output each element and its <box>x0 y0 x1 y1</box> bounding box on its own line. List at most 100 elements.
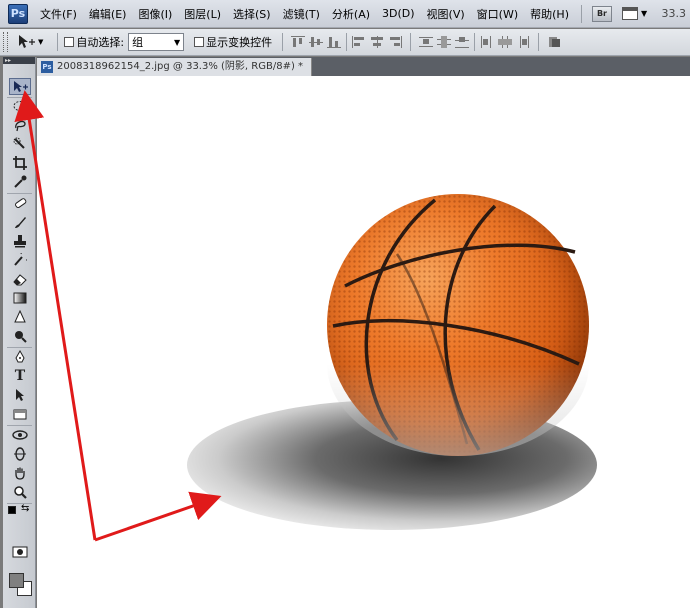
auto-select-label: 自动选择: <box>76 36 125 49</box>
distribute-hcenter-icon[interactable] <box>497 35 513 49</box>
hand-tool[interactable] <box>9 464 31 481</box>
distribute-vcenter-icon[interactable] <box>436 35 452 49</box>
options-divider <box>346 33 348 51</box>
align-left-icon[interactable] <box>351 35 367 49</box>
chevron-down-icon: ▼ <box>173 37 181 47</box>
align-bottom-icon[interactable] <box>326 35 342 49</box>
menu-layer[interactable]: 图层(L) <box>178 6 227 22</box>
brush-icon <box>15 216 26 228</box>
history-brush-tool[interactable] <box>9 251 31 268</box>
blur-tool[interactable] <box>9 308 31 325</box>
quick-mask-tool[interactable] <box>9 543 31 560</box>
distribute-left-icon[interactable] <box>479 35 495 49</box>
tools-panel: ▸▸ T ⇆ <box>3 57 36 608</box>
quick-mask-icon <box>12 546 28 557</box>
path-select-tool[interactable] <box>9 386 31 403</box>
bridge-button[interactable]: Br <box>591 5 612 22</box>
gradient-tool[interactable] <box>9 289 31 306</box>
type-icon: T <box>14 367 26 384</box>
brush-tool[interactable] <box>9 213 31 230</box>
default-colors-icon[interactable] <box>8 506 16 514</box>
gradient-icon <box>13 292 27 303</box>
eyedropper-icon <box>14 175 27 188</box>
options-divider <box>57 33 59 51</box>
menu-select[interactable]: 选择(S) <box>227 6 277 22</box>
menu-help[interactable]: 帮助(H) <box>524 6 575 22</box>
tools-panel-header[interactable]: ▸▸ <box>3 57 35 64</box>
menu-image[interactable]: 图像(I) <box>132 6 178 22</box>
history-brush-icon <box>14 252 27 266</box>
swap-colors-icon[interactable]: ⇆ <box>21 503 29 514</box>
chevron-down-icon: ▼ <box>640 9 648 18</box>
align-top-icon[interactable] <box>290 35 306 49</box>
healing-brush-tool[interactable] <box>9 194 31 211</box>
move-tool[interactable] <box>9 78 31 95</box>
eraser-icon <box>13 273 27 285</box>
dodge-tool[interactable] <box>9 327 31 344</box>
3d-rotate-tool[interactable] <box>9 426 31 443</box>
3d-orbit-tool[interactable] <box>9 445 31 462</box>
options-divider <box>474 33 476 51</box>
auto-align-layers-icon[interactable] <box>546 35 562 49</box>
auto-select-dropdown[interactable]: 组 ▼ <box>128 33 185 51</box>
eyedropper-tool[interactable] <box>9 173 31 190</box>
zoom-icon <box>14 485 27 499</box>
dodge-icon <box>15 330 27 343</box>
shape-icon <box>13 409 27 419</box>
marquee-icon <box>13 100 27 111</box>
checkbox-box[interactable] <box>64 37 75 47</box>
move-tool-icon <box>19 35 35 48</box>
document-ps-icon: Ps <box>41 61 53 73</box>
menu-bar: Ps 文件(F) 编辑(E) 图像(I) 图层(L) 选择(S) 滤镜(T) 分… <box>0 0 690 28</box>
healing-brush-icon <box>15 197 27 208</box>
crop-icon <box>13 155 27 170</box>
show-transform-checkbox[interactable]: 显示变换控件 <box>194 34 272 50</box>
options-divider <box>538 33 540 51</box>
options-bar-grip[interactable] <box>3 32 8 52</box>
foreground-color-swatch[interactable] <box>9 573 24 588</box>
lasso-tool[interactable] <box>9 116 31 133</box>
shape-tool[interactable] <box>9 405 31 422</box>
tool-preset-picker[interactable]: ▼ <box>16 34 43 50</box>
marquee-tool[interactable] <box>9 97 31 114</box>
chevron-down-icon: ▼ <box>38 38 44 46</box>
type-tool[interactable]: T <box>9 367 31 384</box>
distribute-top-icon[interactable] <box>418 35 434 49</box>
document-tab[interactable]: Ps 20083189621​54_2.jpg @ 33.3% (阴影, RGB… <box>37 58 313 76</box>
clone-stamp-tool[interactable] <box>9 232 31 249</box>
menu-filter[interactable]: 滤镜(T) <box>277 6 326 22</box>
zoom-level[interactable]: 33.3 <box>662 7 687 20</box>
move-tool-icon <box>14 80 28 92</box>
menu-view[interactable]: 视图(V) <box>421 6 471 22</box>
menu-file[interactable]: 文件(F) <box>34 6 83 22</box>
screen-mode-button[interactable]: ▼ <box>621 7 648 20</box>
auto-select-checkbox[interactable]: 自动选择: <box>64 34 124 50</box>
document-canvas[interactable] <box>37 76 690 608</box>
crop-tool[interactable] <box>9 154 31 171</box>
show-transform-label: 显示变换控件 <box>206 36 273 49</box>
pen-icon <box>15 349 25 362</box>
align-hcenter-icon[interactable] <box>369 35 385 49</box>
distribute-right-icon[interactable] <box>515 35 531 49</box>
quick-select-tool[interactable] <box>9 135 31 152</box>
3d-rotate-icon <box>12 429 28 440</box>
pen-tool[interactable] <box>9 348 31 365</box>
distribute-bottom-icon[interactable] <box>454 35 470 49</box>
photoshop-logo-icon: Ps <box>8 3 28 24</box>
document-title: 20083189621​54_2.jpg @ 33.3% (阴影, RGB/8#… <box>57 61 304 72</box>
screen-mode-icon <box>621 7 638 20</box>
quick-select-icon <box>13 137 25 149</box>
checkbox-box[interactable] <box>194 37 205 47</box>
eraser-tool[interactable] <box>9 270 31 287</box>
align-vcenter-icon[interactable] <box>308 35 324 49</box>
menu-analysis[interactable]: 分析(A) <box>326 6 376 22</box>
auto-select-value: 组 <box>132 36 144 49</box>
align-right-icon[interactable] <box>387 35 403 49</box>
options-bar: ▼ 自动选择: 组 ▼ 显示变换控件 <box>0 29 690 56</box>
menu-divider <box>580 4 582 23</box>
zoom-tool[interactable] <box>9 483 31 500</box>
menu-window[interactable]: 窗口(W) <box>471 6 524 22</box>
menu-edit[interactable]: 编辑(E) <box>83 6 133 22</box>
document-tab-bar: Ps 20083189621​54_2.jpg @ 33.3% (阴影, RGB… <box>37 57 690 76</box>
menu-3d[interactable]: 3D(D) <box>376 7 421 20</box>
